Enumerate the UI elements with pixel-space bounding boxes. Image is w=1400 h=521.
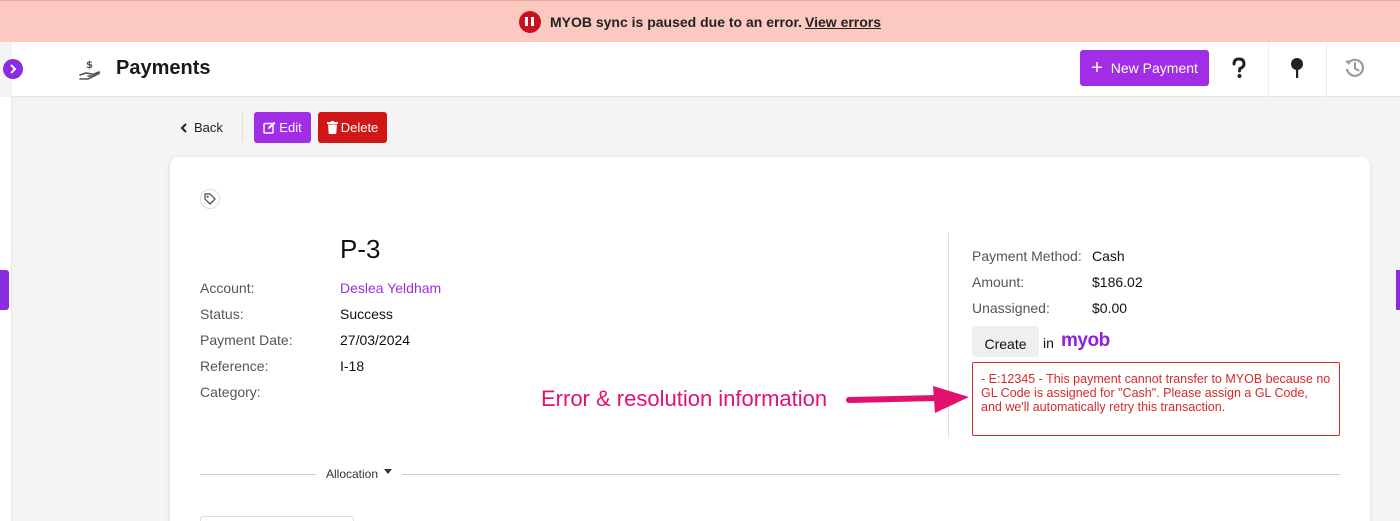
pin-button[interactable] — [1282, 53, 1312, 83]
edit-icon — [263, 121, 276, 134]
left-panel-handle[interactable] — [0, 270, 9, 310]
back-label: Back — [194, 120, 223, 135]
header-divider — [1326, 42, 1327, 97]
sidebar-expand-icon[interactable] — [3, 59, 23, 79]
back-button[interactable]: Back — [180, 120, 223, 135]
toolbar-divider — [242, 112, 243, 142]
annotation-text: Error & resolution information — [541, 386, 828, 411]
pin-icon — [1291, 58, 1303, 78]
in-label: in — [1043, 335, 1054, 351]
create-in-myob-button[interactable]: Create — [972, 326, 1039, 357]
caret-down-icon — [384, 468, 393, 474]
banner-message: MYOB sync is paused due to an error. — [549, 13, 803, 30]
field-label: Account: — [200, 280, 255, 296]
pause-icon — [518, 10, 541, 33]
field-label: Category: — [200, 384, 261, 400]
payment-id: P-3 — [340, 234, 381, 264]
trash-icon — [326, 121, 338, 134]
edit-label: Edit — [279, 120, 302, 135]
allocation-toggle[interactable]: Allocation — [326, 467, 393, 481]
field-label: Payment Date: — [200, 332, 293, 348]
allocation-divider — [402, 474, 1340, 475]
right-panel-handle[interactable] — [1396, 270, 1400, 310]
allocation-input[interactable] — [200, 516, 354, 521]
chevron-left-icon — [180, 122, 187, 133]
myob-logo: myob — [1061, 330, 1110, 351]
new-payment-button[interactable]: + New Payment — [1080, 50, 1209, 86]
new-payment-label: New Payment — [1110, 60, 1198, 76]
question-icon — [1232, 57, 1246, 78]
field-label: Reference: — [200, 358, 269, 374]
view-errors-link[interactable]: View errors — [805, 14, 881, 30]
allocation-divider — [200, 474, 316, 475]
tag-button[interactable] — [200, 189, 220, 209]
delete-button[interactable]: Delete — [318, 112, 387, 143]
delete-label: Delete — [340, 120, 379, 135]
plus-icon: + — [1091, 57, 1103, 79]
page-title: Payments — [116, 57, 211, 79]
account-link[interactable]: Deslea Yeldham — [340, 280, 441, 296]
field-label: Status: — [200, 306, 244, 322]
tag-icon — [204, 193, 216, 205]
payment-hand-icon: $ — [79, 60, 101, 80]
summary-label: Amount: — [972, 274, 1025, 290]
payment-method-value: Cash — [1092, 248, 1125, 264]
summary-label: Unassigned: — [972, 300, 1050, 316]
reference-value: I-18 — [340, 358, 365, 374]
help-button[interactable] — [1224, 53, 1254, 83]
history-button[interactable] — [1340, 53, 1370, 83]
history-icon — [1345, 58, 1364, 77]
annotation-arrow-icon — [846, 386, 969, 413]
allocation-label: Allocation — [326, 467, 379, 481]
summary-label: Payment Method: — [972, 248, 1082, 264]
status-value: Success — [340, 306, 393, 322]
edit-button[interactable]: Edit — [254, 112, 311, 143]
svg-text:$: $ — [86, 60, 93, 71]
unassigned-value: $0.00 — [1092, 300, 1128, 316]
header-divider — [1268, 42, 1269, 97]
amount-value: $186.02 — [1092, 274, 1143, 290]
payment-date-value: 27/03/2024 — [340, 332, 411, 348]
sync-error-banner: MYOB sync is paused due to an error. Vie… — [0, 0, 1400, 42]
sync-error-message: - E:12345 - This payment cannot transfer… — [972, 362, 1340, 436]
